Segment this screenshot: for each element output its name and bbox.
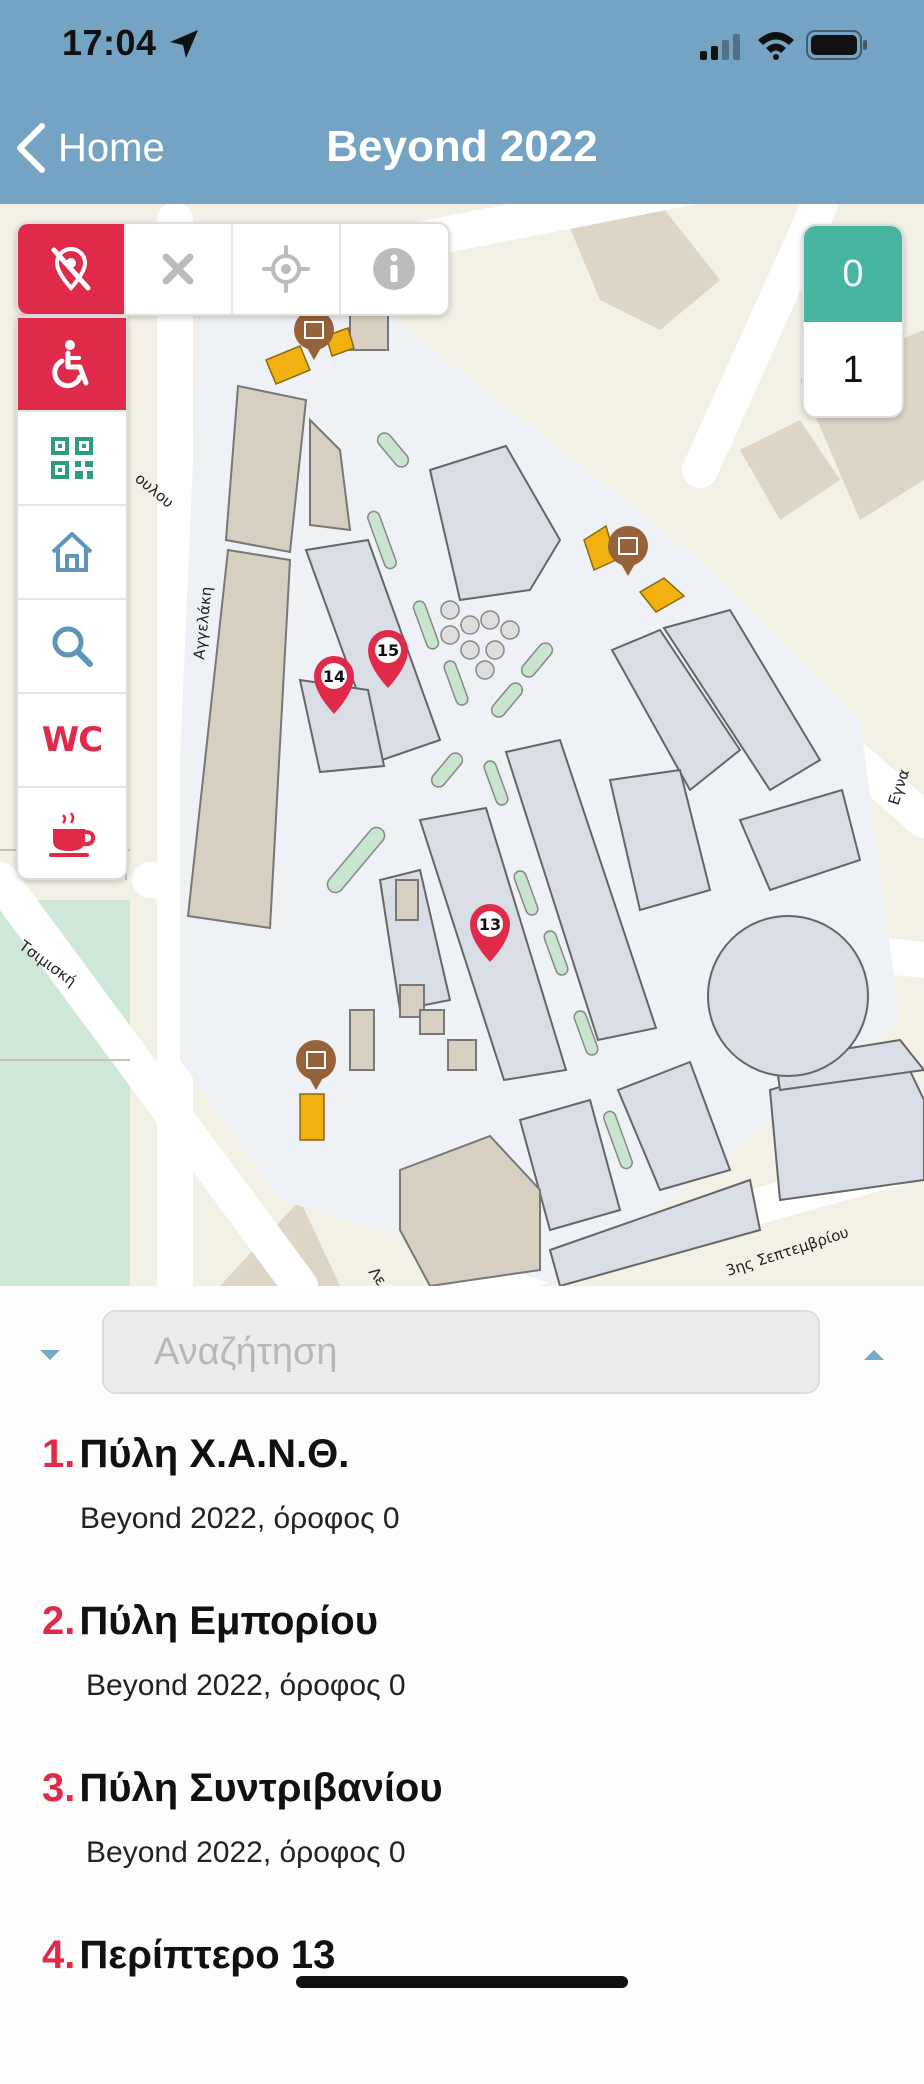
qr-code-icon (51, 437, 93, 479)
search-input[interactable] (102, 1310, 820, 1394)
result-subtitle: Beyond 2022, όροφος 0 (80, 1502, 400, 1535)
accessibility-icon (52, 340, 89, 389)
floor-selector: 0 1 (802, 224, 904, 418)
result-subtitle: Beyond 2022, όροφος 0 (86, 1836, 406, 1869)
svg-text:14: 14 (323, 667, 345, 686)
toggle-location-button[interactable] (18, 224, 126, 314)
expand-panel-button[interactable] (858, 1342, 890, 1366)
floor-0-button[interactable]: 0 (804, 226, 902, 322)
qr-scan-button[interactable] (18, 412, 126, 506)
nav-bar: Home Beyond 2022 (0, 90, 924, 204)
home-indicator[interactable] (296, 1976, 628, 1988)
accessibility-button[interactable] (18, 318, 126, 412)
list-item[interactable]: 1. Πύλη Χ.Α.Ν.Θ. Beyond 2022, όροφος 0 (0, 1416, 924, 1583)
map-canvas: 15 14 13 Αγγελάκη Τσιμισκή 3ης Σεπτεμβρί… (0, 204, 924, 1286)
list-item[interactable]: 2. Πύλη Εμπορίου Beyond 2022, όροφος 0 (0, 1583, 924, 1750)
info-button[interactable] (341, 224, 449, 314)
map-sidebar: WC (16, 316, 128, 880)
coffee-icon (49, 812, 96, 857)
crosshair-icon (261, 245, 310, 293)
page-title: Beyond 2022 (326, 122, 598, 171)
wc-button[interactable]: WC (18, 694, 126, 788)
locate-me-button[interactable] (233, 224, 341, 314)
list-item[interactable]: 3. Πύλη Συντριβανίου Beyond 2022, όροφος … (0, 1750, 924, 1917)
battery-icon (806, 30, 867, 60)
location-arrow-icon (170, 30, 198, 58)
clear-route-button[interactable] (126, 224, 233, 314)
svg-text:15: 15 (377, 641, 399, 660)
close-icon (162, 253, 194, 285)
result-title: 3. Πύλη Συντριβανίου (42, 1766, 443, 1810)
svg-text:13: 13 (479, 915, 501, 934)
info-icon (373, 248, 416, 290)
search-panel (0, 1286, 924, 1416)
home-icon (51, 532, 93, 572)
no-location-icon (51, 247, 91, 292)
status-bar: 17:04 (0, 0, 924, 90)
floor-1-button[interactable]: 1 (804, 322, 902, 416)
venue-map[interactable]: 15 14 13 Αγγελάκη Τσιμισκή 3ης Σεπτεμβρί… (0, 204, 924, 1286)
search-icon (52, 626, 93, 667)
cafe-button[interactable] (18, 788, 126, 878)
wc-icon: WC (41, 720, 103, 760)
list-item[interactable]: 4. Περίπτερο 13 (0, 1917, 924, 2084)
map-toolbar (16, 222, 450, 316)
wifi-icon (758, 32, 794, 60)
signal-icon (700, 34, 740, 60)
result-subtitle: Beyond 2022, όροφος 0 (86, 1669, 406, 1702)
result-title: 4. Περίπτερο 13 (42, 1933, 336, 1977)
home-button[interactable] (18, 506, 126, 600)
search-button[interactable] (18, 600, 126, 694)
collapse-panel-button[interactable] (34, 1342, 66, 1366)
result-title: 1. Πύλη Χ.Α.Ν.Θ. (42, 1432, 350, 1476)
result-title: 2. Πύλη Εμπορίου (42, 1599, 378, 1643)
status-time: 17:04 (62, 22, 157, 63)
